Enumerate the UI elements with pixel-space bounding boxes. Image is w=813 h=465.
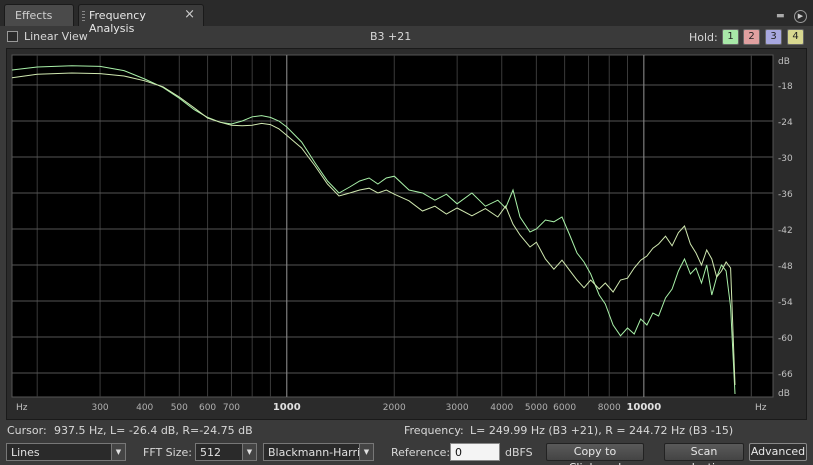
x-tick-label: 1000 xyxy=(273,402,301,413)
top-controls: Linear View B3 +21 Hold: 1 2 3 4 xyxy=(0,26,813,48)
fft-size-label: FFT Size: xyxy=(143,446,192,459)
hold-button-3[interactable]: 3 xyxy=(765,29,782,45)
y-tick-label: -36 xyxy=(778,190,793,200)
chevron-down-icon: ▼ xyxy=(359,444,373,460)
menu-icon[interactable]: ▬ xyxy=(776,11,785,21)
chevron-down-icon: ▼ xyxy=(242,444,256,460)
x-tick-label: 600 xyxy=(199,403,216,413)
plot-background xyxy=(11,54,774,398)
frequency-plot[interactable]: 300 400 500 600 700 1000 2000 3000 4000 5000 6000 8… xyxy=(6,48,807,420)
y-tick-label: -48 xyxy=(778,262,793,272)
display-style-select[interactable]: Lines ▼ xyxy=(6,443,126,461)
y-tick-label: -42 xyxy=(778,226,793,236)
x-tick-label: 10000 xyxy=(626,402,661,413)
x-tick-label: 700 xyxy=(223,403,240,413)
x-tick-label: 5000 xyxy=(525,403,548,413)
tab-bar: Effects Frequency Analysis × ▬ ▶ xyxy=(0,0,813,35)
fft-size-value: 512 xyxy=(200,446,221,459)
window-function-select[interactable]: Blackmann-Harris ▼ xyxy=(263,443,374,461)
tab-effects-label: Effects xyxy=(15,9,53,22)
note-readout: B3 +21 xyxy=(370,30,412,43)
window-function-value: Blackmann-Harris xyxy=(268,446,366,459)
hold-label: Hold: xyxy=(689,31,718,44)
linear-view-label: Linear View xyxy=(24,30,88,43)
x-tick-label: 8000 xyxy=(598,403,621,413)
tab-effects[interactable]: Effects xyxy=(4,4,74,26)
cursor-value: 937.5 Hz, L= -26.4 dB, R=-24.75 dB xyxy=(54,424,253,437)
close-icon[interactable]: × xyxy=(184,7,195,22)
x-tick-label: 400 xyxy=(136,403,153,413)
x-tick-label: 2000 xyxy=(383,403,406,413)
cursor-label: Cursor: xyxy=(7,424,47,437)
grip-icon xyxy=(82,11,85,21)
play-icon[interactable]: ▶ xyxy=(794,10,807,23)
y-tick-label: -60 xyxy=(778,334,793,344)
hold-button-1[interactable]: 1 xyxy=(722,29,739,45)
x-unit-label-right: Hz xyxy=(755,403,767,413)
y-tick-label: -54 xyxy=(778,298,793,308)
linear-view-checkbox[interactable] xyxy=(7,31,18,42)
chevron-down-icon: ▼ xyxy=(111,444,125,460)
y-tick-label: -24 xyxy=(778,118,793,128)
y-tick-label: -18 xyxy=(778,82,793,92)
x-tick-label: 300 xyxy=(91,403,108,413)
frequency-value: L= 249.99 Hz (B3 +21), R = 244.72 Hz (B3… xyxy=(470,424,734,437)
advanced-button[interactable]: Advanced xyxy=(749,443,807,461)
y-tick-label: -66 xyxy=(778,370,793,380)
status-bar: Cursor: 937.5 Hz, L= -26.4 dB, R=-24.75 … xyxy=(0,421,813,439)
hold-button-2[interactable]: 2 xyxy=(743,29,760,45)
reference-unit: dBFS xyxy=(505,446,533,459)
y-unit-label-top: dB xyxy=(778,57,790,67)
reference-input[interactable]: 0 xyxy=(450,443,500,461)
scan-selection-button[interactable]: Scan selection xyxy=(664,443,744,465)
y-unit-label-bottom: dB xyxy=(778,389,790,399)
y-tick-label: -30 xyxy=(778,154,793,164)
x-unit-label-left: Hz xyxy=(16,403,28,413)
reference-label: Reference: xyxy=(391,446,451,459)
x-tick-label: 6000 xyxy=(553,403,576,413)
bottom-controls: Lines ▼ FFT Size: 512 ▼ Blackmann-Harris… xyxy=(0,441,813,465)
frequency-label: Frequency: xyxy=(404,424,464,437)
x-tick-label: 4000 xyxy=(490,403,513,413)
hold-button-4[interactable]: 4 xyxy=(787,29,804,45)
display-style-value: Lines xyxy=(11,446,40,459)
tab-frequency-analysis[interactable]: Frequency Analysis × xyxy=(78,4,204,35)
x-tick-label: 500 xyxy=(171,403,188,413)
panel-options: ▬ ▶ xyxy=(776,8,807,23)
fft-size-select[interactable]: 512 ▼ xyxy=(195,443,257,461)
x-tick-label: 3000 xyxy=(446,403,469,413)
copy-to-clipboard-button[interactable]: Copy to Clipboard xyxy=(546,443,644,465)
